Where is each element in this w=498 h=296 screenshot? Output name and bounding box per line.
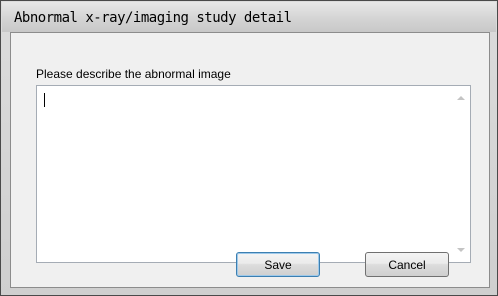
scroll-up-arrow-icon[interactable] (457, 96, 465, 100)
save-button[interactable]: Save (236, 252, 320, 277)
title-bar[interactable]: Abnormal x-ray/imaging study detail (2, 2, 496, 32)
description-textarea[interactable] (36, 85, 471, 263)
vertical-scrollbar[interactable] (453, 86, 470, 262)
description-label: Please describe the abnormal image (36, 67, 231, 81)
dialog-content: Please describe the abnormal image Save … (10, 32, 490, 288)
dialog-window: Abnormal x-ray/imaging study detail Plea… (0, 0, 498, 296)
scroll-down-arrow-icon[interactable] (457, 248, 465, 252)
text-caret (44, 93, 45, 107)
window-title: Abnormal x-ray/imaging study detail (14, 10, 292, 26)
cancel-button[interactable]: Cancel (365, 252, 449, 277)
